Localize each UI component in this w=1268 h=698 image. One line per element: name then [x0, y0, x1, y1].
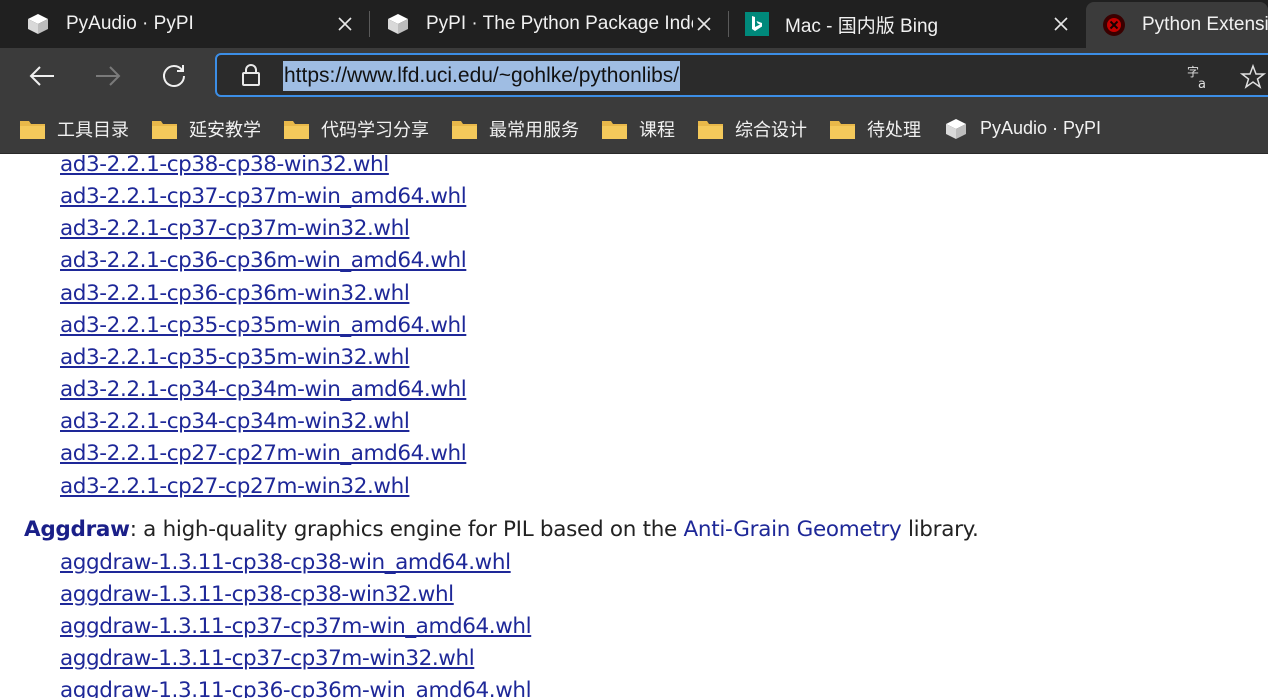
pypi-cube-icon	[386, 12, 410, 36]
back-arrow-icon	[29, 66, 54, 86]
back-button[interactable]	[24, 58, 60, 94]
description-text: library.	[901, 517, 979, 542]
bookmark-pyaudio[interactable]: PyAudio · PyPI	[944, 117, 1101, 141]
folder-icon	[152, 120, 177, 139]
tab-pythonlibs[interactable]: Python Extension Packages for Windows	[1086, 2, 1268, 48]
refresh-button[interactable]	[156, 58, 192, 94]
download-link[interactable]: ad3-2.2.1-cp37-cp37m-win32.whl	[60, 216, 410, 241]
download-link[interactable]: aggdraw-1.3.11-cp38-cp38-win_amd64.whl	[60, 550, 511, 575]
folder-icon	[698, 120, 723, 139]
lock-icon[interactable]	[239, 63, 263, 87]
tab-title: Python Extension Packages for Windows	[1142, 14, 1268, 35]
svg-text:a: a	[1198, 77, 1206, 90]
bing-icon	[745, 12, 769, 36]
bookmark-label: PyAudio · PyPI	[980, 118, 1102, 138]
forward-button[interactable]	[90, 58, 126, 94]
download-link[interactable]: ad3-2.2.1-cp34-cp34m-win_amd64.whl	[60, 377, 467, 402]
download-link[interactable]: ad3-2.2.1-cp36-cp36m-win_amd64.whl	[60, 248, 467, 273]
bookmark-label: 最常用服务	[489, 119, 579, 140]
tab-title: PyAudio · PyPI	[66, 13, 194, 34]
library-link[interactable]: Anti-Grain Geometry	[684, 517, 902, 542]
bookmark-folder[interactable]: 课程	[602, 116, 675, 142]
folder-icon	[452, 120, 477, 139]
download-link[interactable]: aggdraw-1.3.11-cp36-cp36m-win_amd64.whl	[60, 678, 532, 698]
download-link[interactable]: ad3-2.2.1-cp36-cp36m-win32.whl	[60, 281, 410, 306]
lfd-red-icon	[1102, 13, 1126, 37]
download-link[interactable]: ad3-2.2.1-cp38-cp38-win32.whl	[60, 155, 389, 177]
pypi-cube-icon	[946, 118, 966, 139]
bookmark-label: 工具目录	[57, 119, 129, 140]
download-link[interactable]: aggdraw-1.3.11-cp37-cp37m-win_amd64.whl	[60, 614, 532, 639]
tab-pypi[interactable]: PyPI · The Python Package Index	[370, 1, 729, 47]
bookmark-folder[interactable]: 综合设计	[698, 116, 807, 142]
tab-strip: PyAudio · PyPI PyPI · The Python Package…	[0, 0, 1268, 48]
download-link[interactable]: ad3-2.2.1-cp27-cp27m-win_amd64.whl	[60, 441, 467, 466]
bookmarks-bar: 工具目录 延安教学 代码学习分享 最常用服务 课程 综合设计 待处理 PyAud…	[0, 104, 1268, 154]
close-icon[interactable]	[1050, 13, 1072, 35]
bookmark-label: 综合设计	[735, 119, 807, 140]
forward-arrow-icon	[96, 66, 121, 86]
download-link[interactable]: ad3-2.2.1-cp34-cp34m-win32.whl	[60, 409, 410, 434]
bookmark-label: 待处理	[867, 119, 921, 140]
tab-title: PyPI · The Python Package Index	[426, 13, 693, 34]
package-description: Aggdraw: a high-quality graphics engine …	[24, 517, 979, 542]
download-link[interactable]: aggdraw-1.3.11-cp37-cp37m-win32.whl	[60, 646, 475, 671]
folder-icon	[602, 120, 627, 139]
bookmark-folder[interactable]: 工具目录	[20, 116, 129, 142]
bookmark-folder[interactable]: 最常用服务	[452, 116, 579, 142]
tab-bing[interactable]: Mac - 国内版 Bing	[729, 1, 1086, 47]
bookmark-label: 代码学习分享	[321, 119, 429, 140]
bookmark-label: 延安教学	[189, 119, 261, 140]
download-link[interactable]: ad3-2.2.1-cp35-cp35m-win32.whl	[60, 345, 410, 370]
close-icon[interactable]	[334, 13, 356, 35]
close-icon[interactable]	[693, 13, 715, 35]
description-text: : a high-quality graphics engine for PIL…	[129, 517, 684, 542]
toolbar: https://www.lfd.uci.edu/~gohlke/pythonli…	[0, 48, 1268, 104]
download-link[interactable]: aggdraw-1.3.11-cp38-cp38-win32.whl	[60, 582, 454, 607]
address-url[interactable]: https://www.lfd.uci.edu/~gohlke/pythonli…	[283, 61, 681, 91]
folder-icon	[20, 120, 45, 139]
download-link[interactable]: ad3-2.2.1-cp27-cp27m-win32.whl	[60, 474, 410, 499]
folder-icon	[830, 120, 855, 139]
page-content: ad3-2.2.1-cp38-cp38-win32.whl ad3-2.2.1-…	[0, 155, 1268, 698]
bookmark-folder[interactable]: 待处理	[830, 116, 921, 142]
address-bar[interactable]: https://www.lfd.uci.edu/~gohlke/pythonli…	[215, 53, 1268, 97]
favorite-star-icon[interactable]	[1239, 63, 1267, 91]
refresh-icon	[163, 65, 185, 87]
pypi-cube-icon	[26, 12, 50, 36]
bookmark-folder[interactable]: 延安教学	[152, 116, 261, 142]
tab-pyaudio[interactable]: PyAudio · PyPI	[0, 1, 370, 47]
bookmark-label: 课程	[639, 119, 675, 140]
bookmark-folder[interactable]: 代码学习分享	[284, 116, 429, 142]
download-link[interactable]: ad3-2.2.1-cp37-cp37m-win_amd64.whl	[60, 184, 467, 209]
folder-icon	[284, 120, 309, 139]
tab-title: Mac - 国内版 Bing	[785, 15, 939, 37]
download-link[interactable]: ad3-2.2.1-cp35-cp35m-win_amd64.whl	[60, 313, 467, 338]
translate-icon[interactable]: 字a	[1185, 63, 1213, 91]
package-name-link[interactable]: Aggdraw	[24, 517, 130, 542]
